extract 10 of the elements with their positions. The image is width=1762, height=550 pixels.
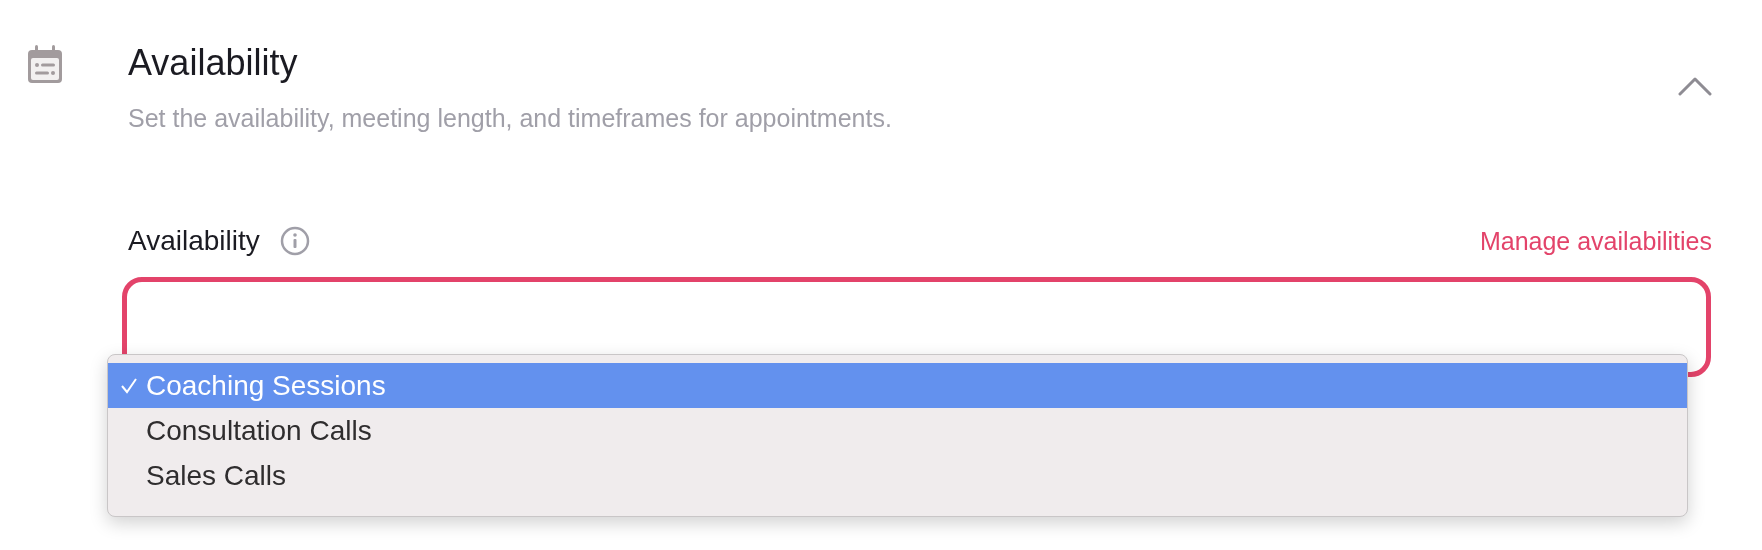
field-label: Availability — [128, 225, 260, 257]
section-description: Set the availability, meeting length, and timeframes for appointments. — [128, 104, 892, 133]
check-icon — [120, 377, 138, 395]
section-title: Availability — [128, 41, 299, 85]
manage-link[interactable]: Manage availabilities — [1479, 226, 1712, 256]
dropdown-option[interactable]: Consultation Calls — [108, 408, 1687, 453]
dropdown-option[interactable]: Sales Calls — [108, 453, 1687, 498]
calendar-icon — [27, 44, 63, 84]
chevron-icon[interactable] — [1678, 76, 1712, 96]
info-icon[interactable] — [279, 226, 310, 256]
